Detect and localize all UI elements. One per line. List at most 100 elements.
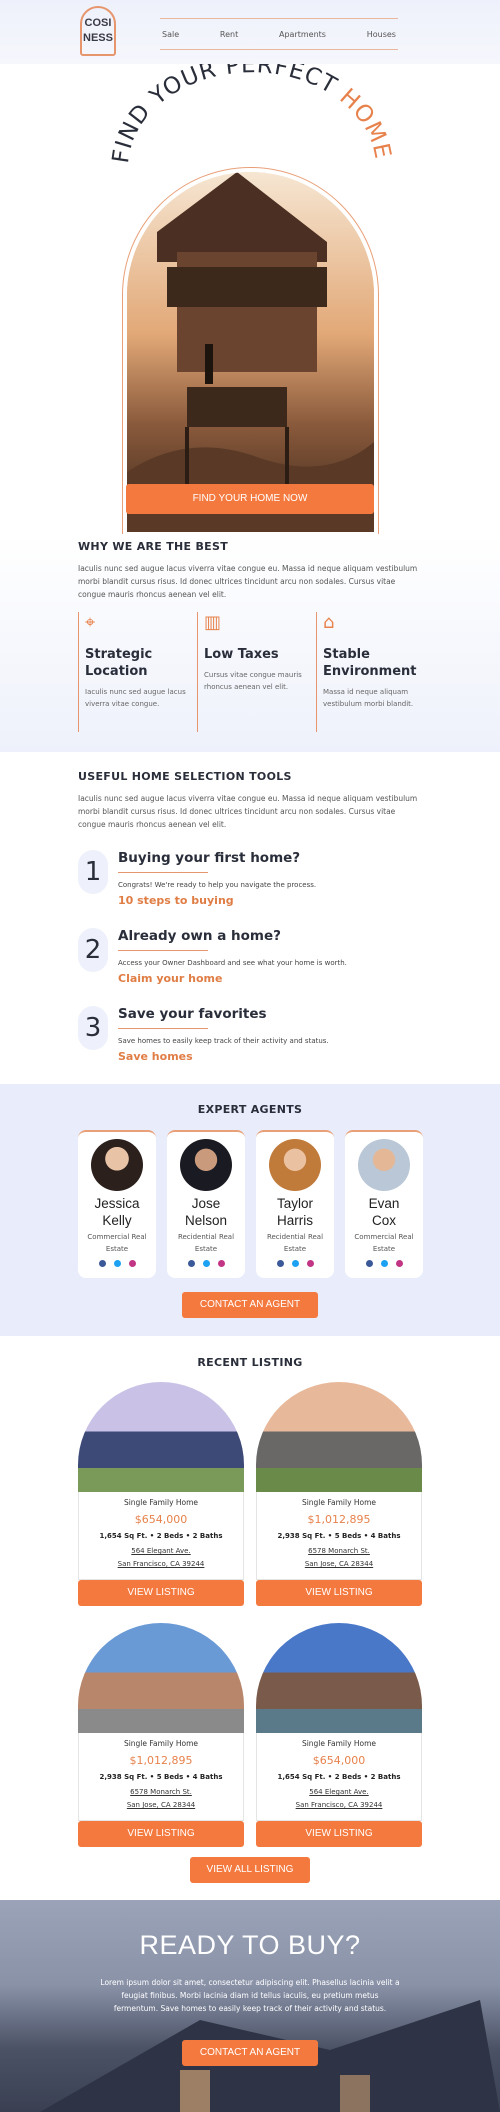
why-title: WHY WE ARE THE BEST [78,540,229,553]
hero-section: FIND YOUR PERFECT HOME [0,64,500,535]
logo[interactable]: COSI NESS [80,6,116,56]
step-text: Save homes to easily keep track of their… [118,1037,329,1045]
view-listing-button[interactable]: VIEW LISTING [78,1580,244,1606]
tool-step: 2 Already own a home? Access your Owner … [78,928,418,998]
agent-first-name: Taylor [276,1196,313,1211]
feature-title: Stable Environment [323,647,417,679]
agent-card[interactable]: Jose Nelson Recidential Real Estate [167,1130,245,1278]
hero-title-accent: HOME [335,84,396,162]
view-listing-button[interactable]: VIEW LISTING [78,1821,244,1847]
svg-text:FIND YOUR PERFECT HOME: FIND YOUR PERFECT HOME [108,64,396,165]
view-listing-button[interactable]: VIEW LISTING [256,1821,422,1847]
agent-photo [269,1139,321,1191]
agent-photo [91,1139,143,1191]
agent-social [256,1260,334,1267]
facebook-icon[interactable] [365,1260,373,1267]
twitter-icon[interactable] [291,1260,299,1267]
listing-type: Single Family Home [123,1498,199,1507]
step-title: Buying your first home? [118,850,301,866]
feature-text: Iaculis nunc sed augue lacus viverra vit… [85,688,186,708]
step-link[interactable]: 10 steps to buying [118,894,234,907]
listing-city[interactable]: San Jose, CA 28344 [257,1559,421,1570]
agent-role: Commercial Real Estate [87,1233,147,1253]
agents-title: EXPERT AGENTS [197,1103,303,1116]
listing-price: $1,012,895 [307,1513,371,1526]
agent-photo [358,1139,410,1191]
step-divider [118,950,208,951]
hands-house-icon: ⌂ [323,612,335,633]
find-home-button[interactable]: FIND YOUR HOME NOW [126,484,374,514]
listing-street[interactable]: 6578 Monarch St. [79,1787,243,1798]
contact-agent-button[interactable]: CONTACT AN AGENT [182,1292,318,1318]
agent-social [167,1260,245,1267]
tax-building-icon: ▥ [204,612,222,633]
listing-city[interactable]: San Jose, CA 28344 [79,1800,243,1811]
listing-card[interactable]: Single Family Home $654,000 1,654 Sq Ft.… [256,1623,422,1847]
instagram-icon[interactable] [217,1260,225,1267]
feature-low-taxes: ▥ Low Taxes Cursus vitae congue mauris r… [197,612,309,732]
listing-details: 2,938 Sq Ft. • 5 Beds • 4 Baths [277,1532,401,1540]
step-link[interactable]: Claim your home [118,972,222,985]
agent-card[interactable]: Jessica Kelly Commercial Real Estate [78,1130,156,1278]
twitter-icon[interactable] [113,1260,121,1267]
instagram-icon[interactable] [306,1260,314,1267]
listing-street[interactable]: 564 Elegant Ave. [257,1787,421,1798]
nav-item-rent[interactable]: Rent [220,30,238,39]
listing-card[interactable]: Single Family Home $654,000 1,654 Sq Ft.… [78,1382,244,1606]
agent-card[interactable]: Evan Cox Commercial Real Estate [345,1130,423,1278]
agent-card[interactable]: Taylor Harris Recidential Real Estate [256,1130,334,1278]
nav-item-sale[interactable]: Sale [162,30,179,39]
agent-social [345,1260,423,1267]
facebook-icon[interactable] [98,1260,106,1267]
nav-item-houses[interactable]: Houses [367,30,396,39]
agent-role: Recidential Real Estate [177,1233,235,1253]
twitter-icon[interactable] [380,1260,388,1267]
listing-card[interactable]: Single Family Home $1,012,895 2,938 Sq F… [78,1623,244,1847]
tools-text: Iaculis nunc sed augue lacus viverra vit… [78,794,418,829]
header: COSI NESS Sale Rent Apartments Houses [0,0,500,64]
agent-photo [180,1139,232,1191]
listing-type: Single Family Home [301,1498,377,1507]
listing-street[interactable]: 6578 Monarch St. [257,1546,421,1557]
step-text: Access your Owner Dashboard and see what… [118,959,347,967]
step-number: 2 [78,928,108,972]
feature-stable-environment: ⌂ Stable Environment Massa id neque aliq… [316,612,428,732]
listing-type: Single Family Home [301,1739,377,1748]
view-listing-button[interactable]: VIEW LISTING [256,1580,422,1606]
listing-photo [256,1382,422,1492]
listing-card[interactable]: Single Family Home $1,012,895 2,938 Sq F… [256,1382,422,1606]
listing-photo [78,1623,244,1733]
view-all-listing-button[interactable]: VIEW ALL LISTING [190,1857,310,1883]
agent-last-name: Cox [371,1213,396,1228]
step-number: 3 [78,1006,108,1050]
twitter-icon[interactable] [202,1260,210,1267]
facebook-icon[interactable] [187,1260,195,1267]
hero-house-illustration [127,172,374,532]
feature-strategic-location: ⌖ Strategic Location Iaculis nunc sed au… [78,612,190,732]
listing-body: Single Family Home $1,012,895 2,938 Sq F… [256,1492,422,1580]
agent-last-name: Kelly [102,1213,132,1228]
listing-price: $1,012,895 [129,1754,193,1767]
listing-city[interactable]: San Francisco, CA 39244 [79,1559,243,1570]
step-title: Save your favorites [118,1006,267,1022]
facebook-icon[interactable] [276,1260,284,1267]
step-link[interactable]: Save homes [118,1050,193,1063]
listing-details: 1,654 Sq Ft. • 2 Beds • 2 Baths [99,1532,223,1540]
instagram-icon[interactable] [395,1260,403,1267]
listing-photo [256,1623,422,1733]
listing-city[interactable]: San Francisco, CA 39244 [257,1800,421,1811]
ready-section: READY TO BUY? Lorem ipsum dolor sit amet… [0,1900,500,2112]
listing-body: Single Family Home $1,012,895 2,938 Sq F… [78,1733,244,1821]
listing-details: 2,938 Sq Ft. • 5 Beds • 4 Baths [99,1773,223,1781]
step-divider [118,1028,208,1029]
ready-contact-agent-button[interactable]: CONTACT AN AGENT [182,2040,318,2066]
listing-type: Single Family Home [123,1739,199,1748]
step-text: Congrats! We're ready to help you naviga… [118,881,317,889]
listing-street[interactable]: 564 Elegant Ave. [79,1546,243,1557]
agent-last-name: Harris [277,1213,313,1228]
nav-item-apartments[interactable]: Apartments [279,30,326,39]
instagram-icon[interactable] [128,1260,136,1267]
tool-step: 3 Save your favorites Save homes to easi… [78,1006,418,1076]
listings-title: RECENT LISTING [197,1356,303,1369]
feature-text: Massa id neque aliquam vestibulum morbi … [323,688,414,708]
